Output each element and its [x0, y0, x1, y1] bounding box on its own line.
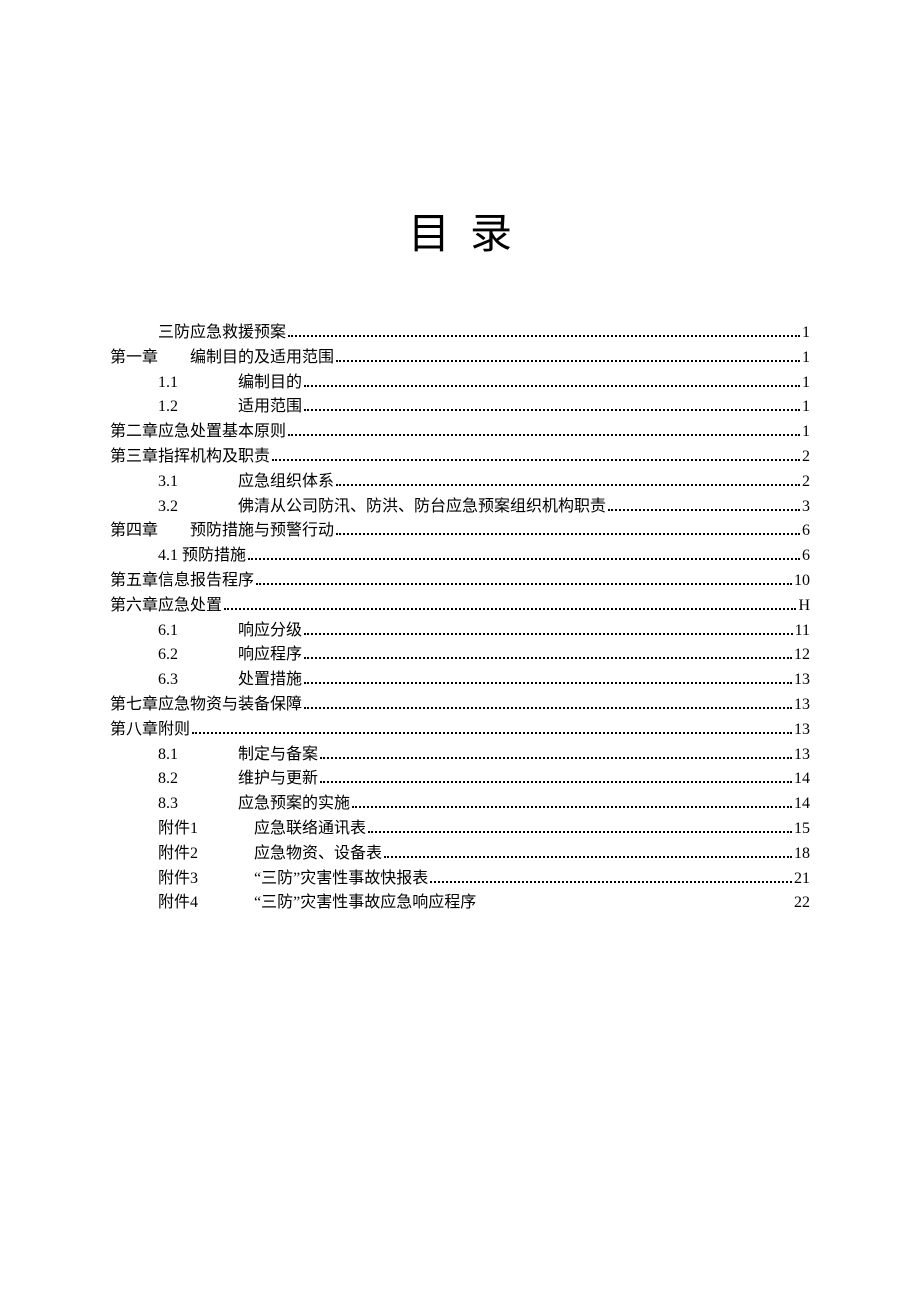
toc-entry-label: 附件2应急物资、设备表 [158, 842, 382, 867]
toc-leader-dots [304, 633, 793, 635]
toc-entry: 第七章应急物资与装备保障 13 [110, 693, 810, 718]
toc-leader-dots [352, 806, 792, 808]
toc-leader-dots [608, 509, 800, 511]
toc-leader-dots [336, 360, 800, 362]
toc-leader-dots [224, 608, 796, 610]
toc-entry: 三防应急救援预案 1 [110, 321, 810, 346]
toc-leader-dots [430, 881, 792, 883]
toc-entry: 附件4“三防”灾害性事故应急响应程序 22 [110, 891, 810, 916]
toc-leader-dots [304, 657, 792, 659]
toc-entry-label: 6.1响应分级 [158, 619, 302, 644]
toc-entry: 4.1预防措施 6 [110, 544, 810, 569]
toc-entry-label: 第五章信息报告程序 [110, 569, 254, 594]
toc-entry-label: 第六章应急处置 [110, 594, 222, 619]
toc-entry: 附件1应急联络通讯表 15 [110, 817, 810, 842]
toc-entry-label: 附件4“三防”灾害性事故应急响应程序 [158, 891, 476, 916]
toc: 三防应急救援预案1第一章编制目的及适用范围11.1编制目的11.2适用范围1第二… [110, 321, 810, 916]
toc-entry: 第一章编制目的及适用范围 1 [110, 346, 810, 371]
toc-entry: 8.1制定与备案 13 [110, 743, 810, 768]
toc-entry-page: 1 [802, 395, 810, 420]
toc-leader-dots [304, 707, 792, 709]
toc-entry-page: 21 [794, 867, 810, 892]
toc-entry-label: 第二章应急处置基本原则 [110, 420, 286, 445]
toc-entry-page: 1 [802, 420, 810, 445]
toc-leader-dots [304, 409, 800, 411]
toc-leader-dots [272, 459, 800, 461]
toc-entry-label: 4.1预防措施 [158, 544, 246, 569]
toc-entry: 8.3应急预案的实施 14 [110, 792, 810, 817]
toc-entry-label: 第三章指挥机构及职责 [110, 445, 270, 470]
toc-entry-page: 14 [794, 792, 810, 817]
toc-entry-page: 2 [802, 445, 810, 470]
toc-entry: 第六章应急处置 H [110, 594, 810, 619]
toc-entry: 3.2佛清从公司防汛、防洪、防台应急预案组织机构职责 3 [110, 495, 810, 520]
toc-entry: 1.2适用范围 1 [110, 395, 810, 420]
toc-entry-page: 1 [802, 346, 810, 371]
toc-entry-label: 第四章预防措施与预警行动 [110, 519, 334, 544]
toc-entry-page: 15 [794, 817, 810, 842]
toc-entry-label: 第八章附则 [110, 718, 190, 743]
toc-entry-page: 14 [794, 767, 810, 792]
toc-leader-dots [384, 856, 792, 858]
toc-entry: 附件2应急物资、设备表 18 [110, 842, 810, 867]
toc-leader-dots [256, 583, 792, 585]
toc-leader-dots [304, 385, 800, 387]
toc-leader-dots [320, 757, 792, 759]
toc-entry-label: 1.2适用范围 [158, 395, 302, 420]
toc-leader-dots [336, 484, 800, 486]
toc-entry-page: 10 [794, 569, 810, 594]
toc-entry: 1.1编制目的 1 [110, 371, 810, 396]
toc-entry-label: 8.3应急预案的实施 [158, 792, 350, 817]
toc-leader-dots [368, 831, 792, 833]
toc-leader-dots [336, 533, 800, 535]
toc-entry: 第三章指挥机构及职责 2 [110, 445, 810, 470]
toc-entry: 第二章应急处置基本原则 1 [110, 420, 810, 445]
toc-leader-dots [320, 781, 792, 783]
toc-entry-page: 1 [802, 371, 810, 396]
toc-entry: 第八章附则 13 [110, 718, 810, 743]
toc-entry-page: H [798, 594, 810, 619]
toc-entry: 6.2响应程序 12 [110, 643, 810, 668]
toc-entry: 第四章预防措施与预警行动 6 [110, 519, 810, 544]
toc-entry: 6.1响应分级 11 [110, 619, 810, 644]
toc-entry-label: 附件1应急联络通讯表 [158, 817, 366, 842]
toc-entry-label: 8.1制定与备案 [158, 743, 318, 768]
toc-entry-page: 6 [802, 519, 810, 544]
toc-entry-page: 12 [794, 643, 810, 668]
toc-leader-dots [248, 558, 800, 560]
toc-entry-label: 3.1应急组织体系 [158, 470, 334, 495]
toc-entry-page: 13 [794, 693, 810, 718]
toc-entry-page: 11 [795, 619, 810, 644]
toc-entry-label: 第一章编制目的及适用范围 [110, 346, 334, 371]
toc-entry: 6.3处置措施 13 [110, 668, 810, 693]
toc-entry-page: 2 [802, 470, 810, 495]
toc-entry-page: 1 [802, 321, 810, 346]
toc-entry-label: 6.2响应程序 [158, 643, 302, 668]
toc-entry-page: 3 [802, 495, 810, 520]
toc-entry-page: 6 [802, 544, 810, 569]
toc-entry-label: 3.2佛清从公司防汛、防洪、防台应急预案组织机构职责 [158, 495, 606, 520]
toc-leader-dots [288, 434, 800, 436]
toc-entry-page: 22 [794, 891, 810, 916]
toc-leader-dots [304, 682, 792, 684]
toc-leader-dots [288, 335, 800, 337]
toc-leader-dots [192, 732, 792, 734]
toc-entry-page: 13 [794, 668, 810, 693]
toc-entry-label: 1.1编制目的 [158, 371, 302, 396]
toc-entry: 8.2维护与更新 14 [110, 767, 810, 792]
toc-entry-label: 8.2维护与更新 [158, 767, 318, 792]
toc-entry: 附件3“三防”灾害性事故快报表 21 [110, 867, 810, 892]
toc-title: 目录 [0, 200, 920, 261]
toc-entry-label: 6.3处置措施 [158, 668, 302, 693]
toc-entry-page: 18 [794, 842, 810, 867]
toc-entry: 第五章信息报告程序 10 [110, 569, 810, 594]
toc-entry-page: 13 [794, 743, 810, 768]
toc-entry-label: 第七章应急物资与装备保障 [110, 693, 302, 718]
toc-entry-page: 13 [794, 718, 810, 743]
toc-entry-label: 三防应急救援预案 [158, 321, 286, 346]
toc-entry: 3.1应急组织体系 2 [110, 470, 810, 495]
toc-entry-label: 附件3“三防”灾害性事故快报表 [158, 867, 428, 892]
